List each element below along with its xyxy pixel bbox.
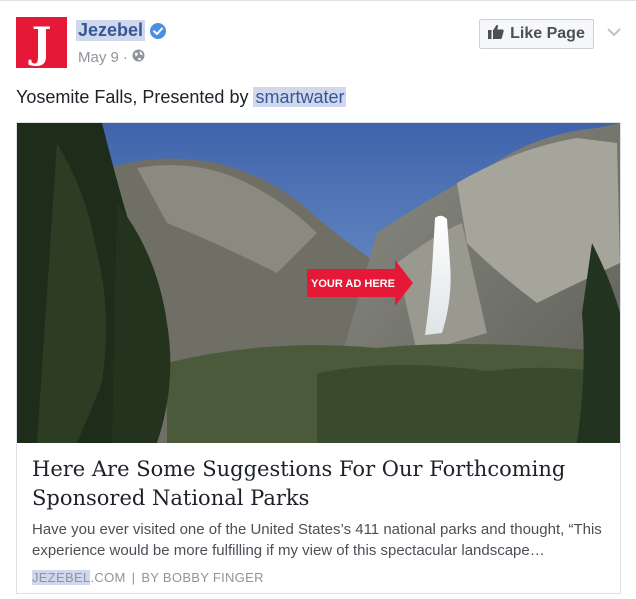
chevron-down-icon[interactable] [605,25,623,39]
avatar-logo-letter: J [31,18,52,67]
link-headline[interactable]: Here Are Some Suggestions For Our Forthc… [32,455,607,513]
like-page-label: Like Page [510,25,585,42]
source-separator: | [131,570,136,585]
hero-image-yosemite-falls[interactable]: YOUR AD HERE [17,123,620,443]
meta-separator: · [122,49,128,66]
post-date-link[interactable]: May 9 [78,49,119,66]
like-page-button[interactable]: Like Page [479,19,594,49]
verified-badge-icon [150,23,166,39]
source-domain-highlight: JEZEBEL [32,570,91,585]
post-meta: May 9 · [78,49,145,66]
link-attachment[interactable]: YOUR AD HERE Here Are Some Suggestions F… [16,122,621,594]
post-message-text: Yosemite Falls, Presented by [16,87,254,107]
globe-icon [132,49,145,66]
source-author: BY BOBBY FINGER [141,570,264,585]
post-card: J Jezebel May 9 · Like Page Yosemite Fal… [0,0,636,599]
link-description: Have you ever visited one of the United … [32,521,602,559]
post-message: Yosemite Falls, Presented by smartwater [16,87,347,108]
source-domain-rest: .COM [90,570,126,585]
thumbs-up-icon [488,24,504,44]
ad-arrow-label: YOUR AD HERE [311,278,395,290]
page-name-link[interactable]: Jezebel [76,20,146,41]
page-avatar[interactable]: J [16,17,67,68]
link-source: JEZEBEL.COM | BY BOBBY FINGER [32,570,264,585]
sponsor-link[interactable]: smartwater [253,87,347,107]
